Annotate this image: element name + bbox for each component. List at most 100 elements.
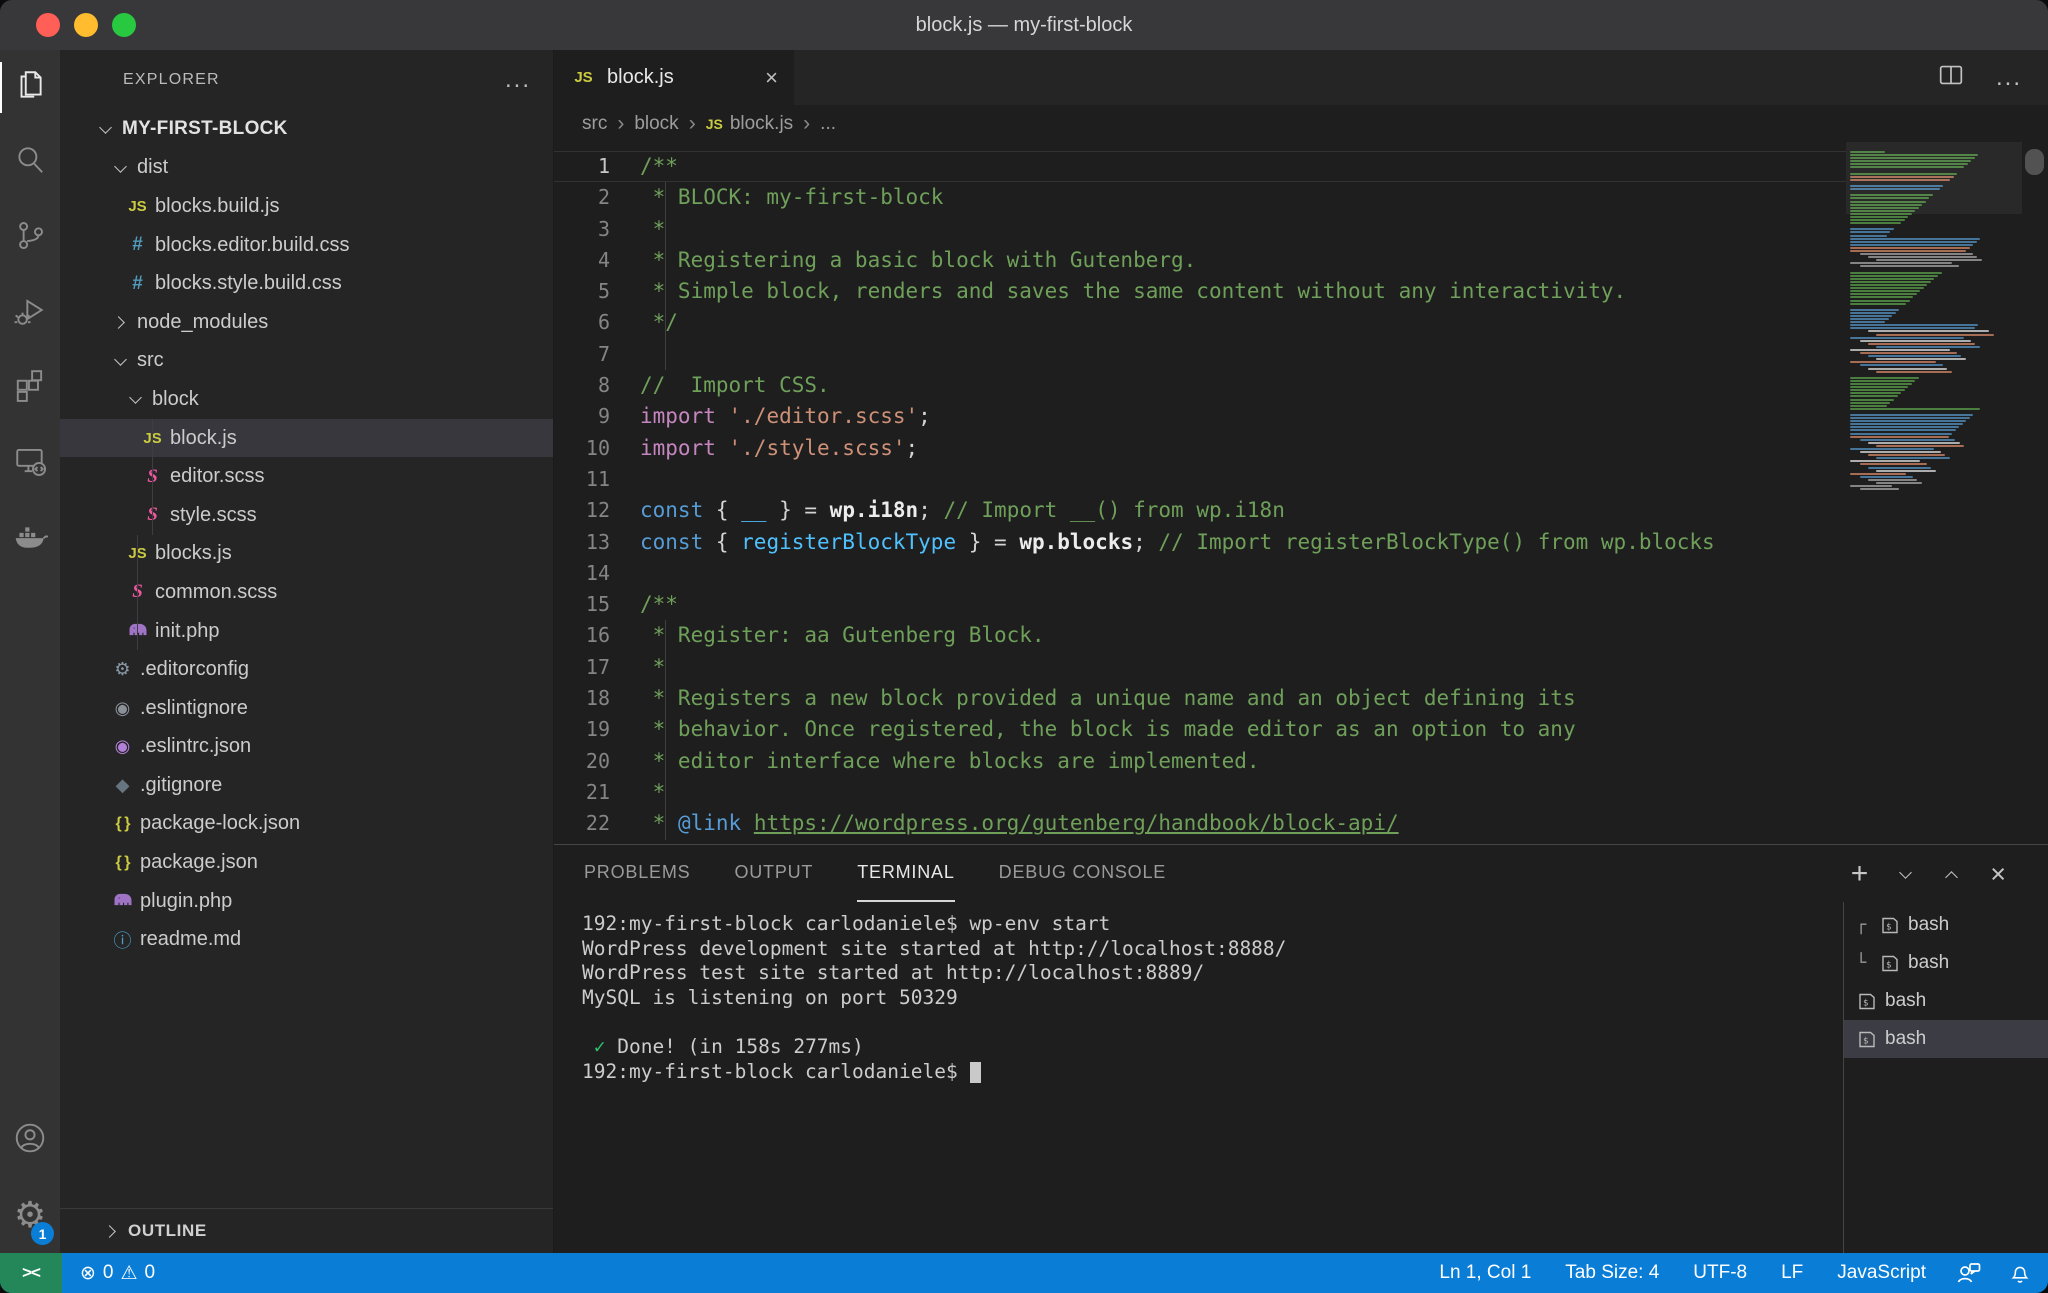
terminal-list-item-2[interactable]: └$bash <box>1844 944 2048 982</box>
activity-item-docker[interactable] <box>0 500 60 575</box>
minimap-line <box>1850 377 1919 379</box>
terminal-output[interactable]: 192:my-first-block carlodaniele$ wp-env … <box>554 902 1843 1253</box>
activity-item-run-debug[interactable] <box>0 275 60 350</box>
new-terminal-icon[interactable]: + <box>1851 864 1869 884</box>
close-panel-icon[interactable]: × <box>1990 864 2006 884</box>
tree-file-common.scss[interactable]: Scommon.scss <box>60 573 553 612</box>
minimap-line <box>1850 426 1959 428</box>
minimap-line <box>1868 343 1975 345</box>
terminal-dropdown-icon[interactable] <box>1898 866 1914 882</box>
status-cursor-position[interactable]: Ln 1, Col 1 <box>1422 1253 1548 1293</box>
breadcrumb-item-block[interactable]: block <box>634 113 678 135</box>
tree-file-.editorconfig[interactable]: ⚙.editorconfig <box>60 650 553 689</box>
close-window-button[interactable] <box>36 13 60 37</box>
status-encoding[interactable]: UTF-8 <box>1676 1253 1764 1293</box>
explorer-more-actions-icon[interactable]: ... <box>505 75 531 85</box>
title-bar[interactable]: block.js — my-first-block <box>0 0 2048 50</box>
breadcrumb-item-src[interactable]: src <box>582 113 607 135</box>
code-editor[interactable]: 1/**2 * BLOCK: my-first-block3 *4 * Regi… <box>554 142 2048 844</box>
tab-block-js[interactable]: JS block.js × <box>554 50 794 105</box>
activity-item-settings[interactable]: ⚙1 <box>0 1178 60 1253</box>
code-line-8: 8// Import CSS. <box>554 370 1846 401</box>
minimap-line <box>1850 436 1949 438</box>
code-area[interactable]: 1/**2 * BLOCK: my-first-block3 *4 * Regi… <box>554 142 1846 844</box>
activity-item-explorer[interactable] <box>0 50 60 125</box>
terminal-list-item-1[interactable]: ┌$bash <box>1844 906 2048 944</box>
breadcrumb-item-blockjs[interactable]: JSblock.js <box>706 113 793 135</box>
tree-file-.eslintignore[interactable]: ◉.eslintignore <box>60 689 553 728</box>
tree-file-package.json[interactable]: { }package.json <box>60 843 553 882</box>
minimap-line <box>1850 222 1901 224</box>
status-eol[interactable]: LF <box>1764 1253 1820 1293</box>
errors-icon: ⊗ <box>80 1262 96 1284</box>
tree-folder-my-first-block[interactable]: MY-FIRST-BLOCK <box>60 110 553 149</box>
tree-file-blocks.js[interactable]: JSblocks.js <box>60 535 553 574</box>
minimap-line <box>1868 256 1977 258</box>
tree-file-.gitignore[interactable]: ◆.gitignore <box>60 766 553 805</box>
minimap-slider[interactable] <box>1846 142 2022 214</box>
maximize-panel-icon[interactable] <box>1944 866 1960 882</box>
minimap-line <box>1860 265 1959 267</box>
minimap-line <box>1850 244 1973 246</box>
tree-file-package-lock.json[interactable]: { }package-lock.json <box>60 805 553 844</box>
line-number: 10 <box>554 433 640 464</box>
panel-tab-problems[interactable]: PROBLEMS <box>584 845 690 902</box>
tree-folder-dist[interactable]: dist <box>60 149 553 188</box>
remote-indicator[interactable]: >< <box>0 1253 62 1293</box>
activity-item-extensions[interactable] <box>0 350 60 425</box>
minimap[interactable] <box>1846 142 2022 844</box>
json-file-icon: { } <box>109 854 136 872</box>
account-icon <box>13 1121 47 1160</box>
status-tab-size[interactable]: Tab Size: 4 <box>1548 1253 1676 1293</box>
tree-file-style.scss[interactable]: Sstyle.scss <box>60 496 553 535</box>
close-tab-icon[interactable]: × <box>765 65 778 91</box>
tree-file-.eslintrc.json[interactable]: ◉.eslintrc.json <box>60 728 553 767</box>
tree-folder-src[interactable]: src <box>60 342 553 381</box>
tree-file-plugin.php[interactable]: plugin.php <box>60 882 553 921</box>
status-language-mode[interactable]: JavaScript <box>1820 1253 1943 1293</box>
split-editor-icon[interactable] <box>1936 60 1966 95</box>
panel-tab-output[interactable]: OUTPUT <box>734 845 813 902</box>
zoom-window-button[interactable] <box>112 13 136 37</box>
line-number: 8 <box>554 370 640 401</box>
terminal-list-item-4[interactable]: $bash <box>1844 1020 2048 1058</box>
minimap-line <box>1846 306 2022 308</box>
minimap-line <box>1850 315 1892 317</box>
panel-tab-terminal[interactable]: TERMINAL <box>857 845 954 902</box>
editor-scrollbar[interactable] <box>2022 142 2048 844</box>
problems-status[interactable]: ⊗ 0 ⚠ 0 <box>62 1253 173 1293</box>
panel-tab-debug-console[interactable]: DEBUG CONSOLE <box>999 845 1166 902</box>
activity-item-source-control[interactable] <box>0 200 60 275</box>
terminal-list-item-3[interactable]: $bash <box>1844 982 2048 1020</box>
tree-folder-block[interactable]: block <box>60 380 553 419</box>
tree-file-blocks.editor.build.css[interactable]: #blocks.editor.build.css <box>60 226 553 265</box>
tree-file-editor.scss[interactable]: Seditor.scss <box>60 457 553 496</box>
minimap-line <box>1846 225 2022 227</box>
eslint-file-icon: ◉ <box>109 698 136 719</box>
notifications-bell-icon[interactable] <box>1995 1253 2048 1293</box>
tree-folder-node_modules[interactable]: node_modules <box>60 303 553 342</box>
code-line-18: 18 * Registers a new block provided a un… <box>554 683 1846 714</box>
tree-file-block.js[interactable]: JSblock.js <box>60 419 553 458</box>
tree-file-init.php[interactable]: init.php <box>60 612 553 651</box>
outline-section[interactable]: OUTLINE <box>60 1208 553 1253</box>
tree-file-readme.md[interactable]: ⓘreadme.md <box>60 920 553 959</box>
line-number: 12 <box>554 495 640 526</box>
editor-tab-bar: JS block.js × ... <box>554 50 2048 105</box>
tree-file-blocks.build.js[interactable]: JSblocks.build.js <box>60 187 553 226</box>
terminal-line: 192:my-first-block carlodaniele$ wp-env … <box>582 912 1843 937</box>
minimize-window-button[interactable] <box>74 13 98 37</box>
breadcrumb-item-[interactable]: ... <box>820 113 836 135</box>
code-line-14: 14 <box>554 558 1846 589</box>
line-number: 16 <box>554 620 640 651</box>
activity-item-search[interactable] <box>0 125 60 200</box>
feedback-icon[interactable] <box>1943 1253 1995 1293</box>
minimap-line <box>1850 312 1896 314</box>
activity-item-account[interactable] <box>0 1103 60 1178</box>
scrollbar-thumb[interactable] <box>2025 149 2044 175</box>
activity-item-remote-explorer[interactable] <box>0 425 60 500</box>
tree-file-blocks.style.build.css[interactable]: #blocks.style.build.css <box>60 264 553 303</box>
editor-more-actions-icon[interactable]: ... <box>1996 74 2022 82</box>
split-tree-glyph: └ <box>1856 953 1871 973</box>
minimap-line <box>1876 482 1922 484</box>
